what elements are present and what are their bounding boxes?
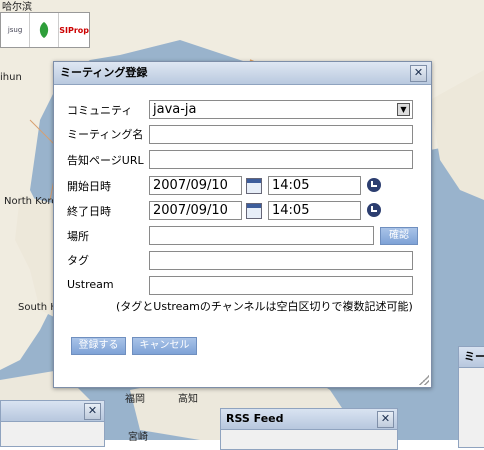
jsug-logo[interactable]: jsug	[1, 13, 31, 47]
meeting-register-dialog: ミーティング登録 ✕ コミュニティ java-ja ▼ ミーティング名 告知ペー…	[53, 61, 432, 388]
resize-handle[interactable]	[419, 375, 429, 385]
map-label: 福岡	[125, 394, 145, 405]
map-label: 高知	[178, 394, 198, 405]
meeting-name-label: ミーティング名	[67, 128, 144, 141]
close-icon[interactable]: ✕	[84, 403, 101, 420]
end-time-input[interactable]: 14:05	[268, 201, 361, 220]
ustream-input[interactable]	[149, 276, 413, 295]
map-label: ihun	[0, 72, 22, 83]
confirm-button[interactable]: 確認	[380, 227, 418, 245]
notice-url-input[interactable]	[149, 150, 413, 169]
start-datetime-label: 開始日時	[67, 180, 111, 193]
end-datetime-label: 終了日時	[67, 205, 111, 218]
community-selected-value: java-ja	[153, 102, 197, 117]
map-label: South H	[18, 302, 58, 313]
community-label: コミュニティ	[67, 104, 133, 117]
start-time-input[interactable]: 14:05	[268, 176, 361, 195]
community-select[interactable]: java-ja ▼	[149, 100, 413, 119]
place-input[interactable]	[149, 226, 374, 245]
channel-note: (タグとUstreamのチャンネルは空白区切りで複数記述可能)	[116, 300, 413, 313]
place-label: 場所	[67, 230, 89, 243]
tag-input[interactable]	[149, 251, 413, 270]
map-label: 宮崎	[128, 432, 148, 443]
logo-strip: jsug SIProp	[0, 12, 90, 48]
dialog-titlebar[interactable]: ミーティング登録 ✕	[54, 62, 431, 85]
chevron-down-icon: ▼	[397, 103, 410, 116]
ustream-label: Ustream	[67, 278, 114, 291]
cancel-button[interactable]: キャンセル	[132, 337, 197, 355]
end-date-input[interactable]: 2007/09/10	[149, 201, 242, 220]
notice-url-label: 告知ページURL	[67, 154, 144, 167]
clock-icon[interactable]	[367, 203, 381, 217]
siprop-logo[interactable]: SIProp	[59, 13, 89, 47]
close-icon[interactable]: ✕	[377, 411, 394, 428]
window-title: ミー	[464, 350, 484, 363]
calendar-icon[interactable]	[246, 178, 262, 194]
window-title: RSS Feed	[226, 412, 284, 425]
dialog-title: ミーティング登録	[60, 66, 148, 79]
meeting-name-input[interactable]	[149, 125, 413, 144]
background-window-right[interactable]: ミー	[458, 346, 484, 448]
register-button[interactable]: 登録する	[71, 337, 126, 355]
rss-feed-window[interactable]: RSS Feed ✕	[220, 408, 398, 450]
jsug-leaf-logo[interactable]	[30, 13, 60, 47]
close-icon[interactable]: ✕	[410, 65, 427, 82]
start-date-input[interactable]: 2007/09/10	[149, 176, 242, 195]
tag-label: タグ	[67, 254, 89, 267]
calendar-icon[interactable]	[246, 203, 262, 219]
clock-icon[interactable]	[367, 178, 381, 192]
